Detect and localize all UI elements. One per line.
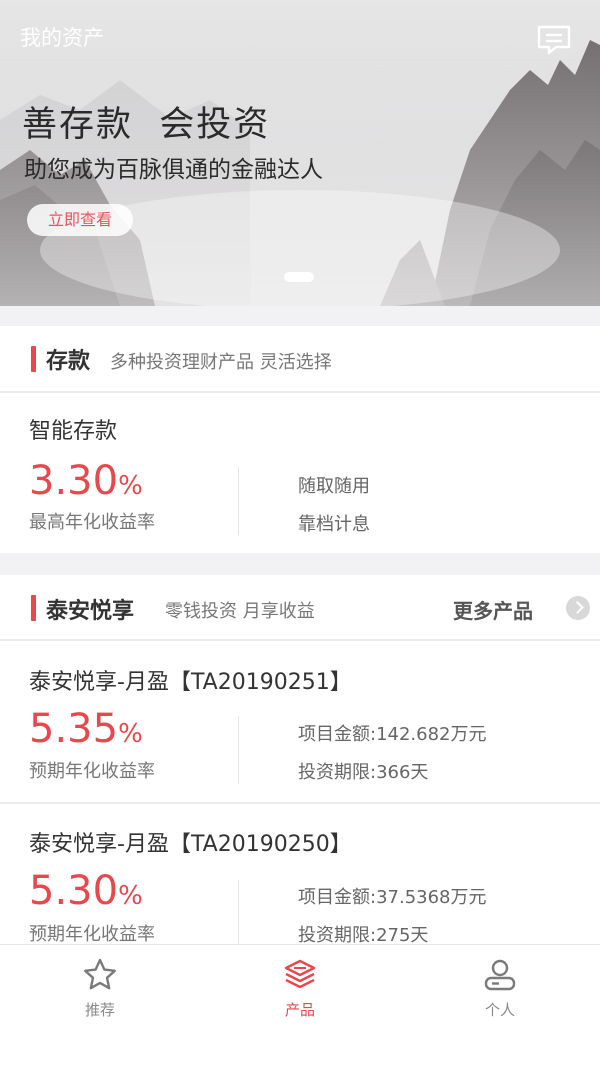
rate-label: 预期年化收益率	[29, 924, 155, 945]
tab-recommend[interactable]: 推荐	[0, 945, 200, 1025]
person-icon	[484, 959, 516, 991]
star-icon	[84, 958, 116, 990]
rate-label: 预期年化收益率	[29, 761, 155, 782]
smart-deposit-card[interactable]: 智能存款 3.30% 最高年化收益率 随取随用 靠档计息	[0, 393, 600, 553]
rate-value: 3.30%	[29, 458, 143, 504]
deposit-section-header: 存款 多种投资理财产品 灵活选择	[0, 326, 600, 390]
hero-banner[interactable]: 我的资产 善存款 会投资 助您成为百脉俱通的金融达人 立即查看	[0, 0, 600, 306]
message-icon[interactable]	[536, 24, 572, 56]
vertical-divider	[238, 880, 239, 948]
banner-headline: 善存款 会投资	[22, 105, 271, 145]
product-name: 泰安悦享-月盈【TA20190250】	[29, 832, 352, 857]
product-card[interactable]: 泰安悦享-月盈【TA20190250】 5.30% 预期年化收益率 项目金额:3…	[0, 804, 600, 948]
tab-products[interactable]: 产品	[200, 945, 400, 1025]
tab-personal[interactable]: 个人	[400, 945, 600, 1025]
product-card[interactable]: 泰安悦享-月盈【TA20190251】 5.35% 预期年化收益率 项目金额:1…	[0, 641, 600, 801]
layers-icon	[284, 959, 316, 989]
chevron-right-icon[interactable]	[566, 596, 590, 620]
project-amount: 项目金额:37.5368万元	[298, 887, 487, 908]
investment-term: 投资期限:366天	[298, 762, 429, 783]
page-title: 我的资产	[20, 26, 104, 50]
taian-section-description: 零钱投资 月享收益	[165, 601, 315, 622]
deposit-section-description: 多种投资理财产品 灵活选择	[110, 352, 332, 373]
deposit-section-title: 存款	[46, 349, 91, 374]
tab-label: 产品	[284, 1001, 315, 1019]
tab-label: 个人	[484, 1001, 515, 1019]
rate-value: 5.35%	[29, 706, 143, 752]
bottom-tab-bar: 推荐 产品 个人	[0, 944, 600, 1067]
tab-label: 推荐	[84, 1001, 115, 1019]
banner-subline: 助您成为百脉俱通的金融达人	[24, 157, 323, 183]
carousel-indicator[interactable]	[284, 272, 314, 282]
section-gap	[0, 306, 600, 326]
section-gap	[0, 553, 600, 575]
vertical-divider	[238, 467, 239, 535]
feature-text: 靠档计息	[298, 514, 370, 535]
project-amount: 项目金额:142.682万元	[298, 724, 487, 745]
section-accent-bar	[31, 595, 36, 621]
rate-label: 最高年化收益率	[29, 512, 155, 533]
taian-section-title: 泰安悦享	[46, 599, 135, 624]
feature-text: 随取随用	[298, 476, 370, 497]
rate-value: 5.30%	[29, 868, 143, 914]
product-name: 智能存款	[29, 419, 118, 444]
more-products-link[interactable]: 更多产品	[453, 595, 533, 624]
vertical-divider	[238, 716, 239, 784]
section-accent-bar	[31, 346, 36, 372]
view-now-button[interactable]: 立即查看	[27, 204, 133, 236]
taian-section-header: 泰安悦享 零钱投资 月享收益 更多产品	[0, 575, 600, 639]
product-name: 泰安悦享-月盈【TA20190251】	[29, 670, 352, 695]
